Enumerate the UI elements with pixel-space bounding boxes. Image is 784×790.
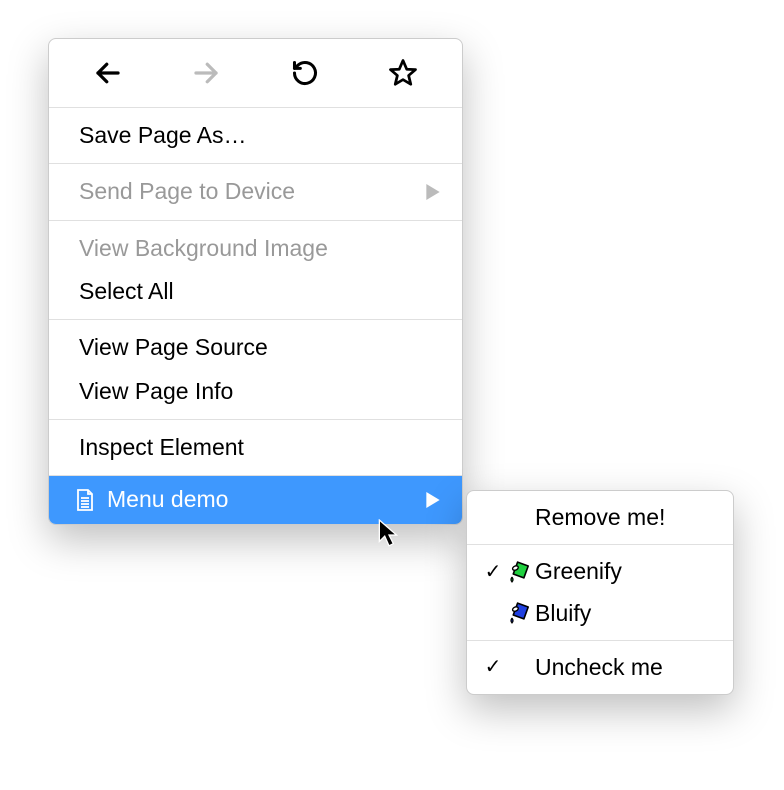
submenu-item-bluify[interactable]: Bluify [467,593,733,634]
menu-item-label: View Page Info [79,375,440,408]
menu-item-select-all[interactable]: Select All [49,270,462,313]
paint-bucket-green-icon [505,560,535,584]
menu-item-inspect-element[interactable]: Inspect Element [49,426,462,469]
submenu-item-label: Bluify [535,597,715,630]
menu-item-label: Save Page As… [79,119,440,152]
menu-item-label: View Background Image [79,232,440,265]
submenu-item-uncheck-me[interactable]: ✓ Uncheck me [467,647,733,688]
menu-item-label: Inspect Element [79,431,440,464]
star-icon [388,58,418,88]
back-button[interactable] [88,53,128,93]
context-menu: Save Page As… Send Page to Device View B… [48,38,463,525]
document-icon [73,488,97,512]
menu-item-save-page-as[interactable]: Save Page As… [49,114,462,157]
menu-item-label: View Page Source [79,331,440,364]
bookmark-button[interactable] [383,53,423,93]
checkmark-icon: ✓ [481,558,505,587]
submenu-item-label: Uncheck me [535,651,715,684]
menu-item-view-page-source[interactable]: View Page Source [49,326,462,369]
reload-icon [291,59,319,87]
submenu-arrow-icon [426,184,440,200]
menu-item-send-page-to-device[interactable]: Send Page to Device [49,170,462,213]
submenu-item-greenify[interactable]: ✓ Greenify [467,551,733,592]
menu-item-label: Select All [79,275,440,308]
arrow-right-icon [191,58,221,88]
toolbar-row [49,39,462,108]
menu-item-menu-demo[interactable]: Menu demo [49,476,462,523]
menu-item-label: Send Page to Device [79,175,426,208]
paint-bucket-blue-icon [505,601,535,625]
submenu-item-label: Remove me! [535,501,715,534]
arrow-left-icon [93,58,123,88]
reload-button[interactable] [285,53,325,93]
submenu-item-remove-me[interactable]: Remove me! [467,497,733,538]
submenu-arrow-icon [426,492,440,508]
menu-item-label: Menu demo [107,483,426,516]
checkmark-icon: ✓ [481,653,505,682]
forward-button[interactable] [186,53,226,93]
menu-item-view-background-image: View Background Image [49,227,462,270]
submenu: Remove me! ✓ Greenify Bluify ✓ Uncheck m… [466,490,734,695]
submenu-item-label: Greenify [535,555,715,588]
menu-item-view-page-info[interactable]: View Page Info [49,370,462,413]
